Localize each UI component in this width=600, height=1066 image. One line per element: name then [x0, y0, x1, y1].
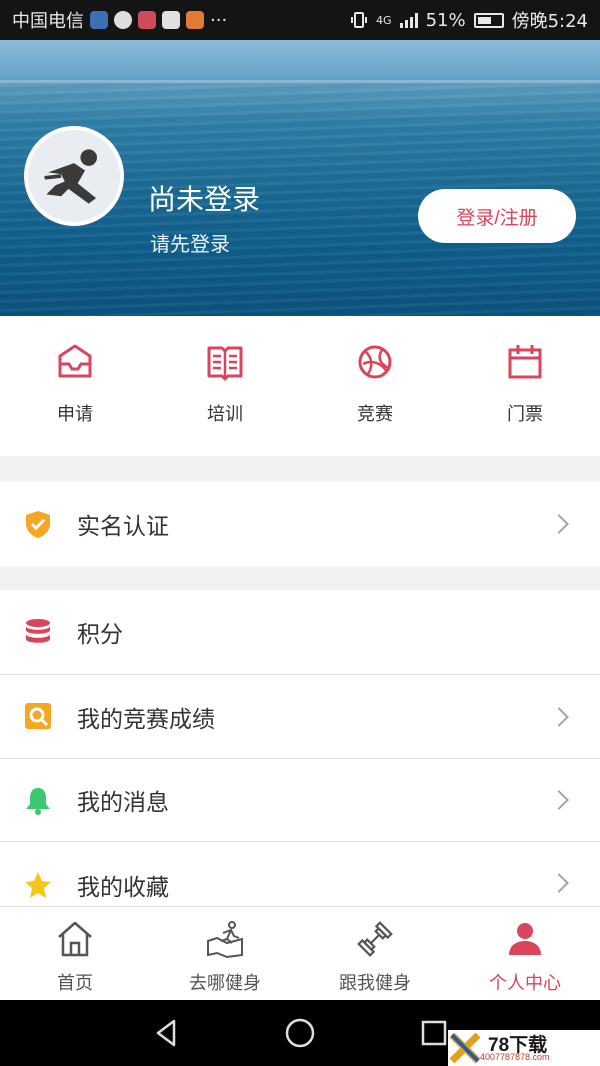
recents-icon[interactable]	[420, 1019, 448, 1047]
person-icon	[509, 923, 541, 955]
star-icon	[25, 872, 51, 898]
dumbbell-icon	[357, 921, 393, 957]
tab-workout-with-me[interactable]: 跟我健身	[300, 919, 450, 995]
avatar[interactable]	[24, 126, 124, 226]
app-notification-icon	[138, 11, 156, 29]
basketball-icon	[358, 345, 392, 379]
shield-notification-icon	[90, 11, 108, 29]
quick-entry-apply[interactable]: 申请	[15, 342, 135, 426]
menu-item-points[interactable]: 积分	[0, 590, 600, 674]
alert-notification-icon	[114, 11, 132, 29]
network-type: 4G	[376, 13, 392, 27]
watermark-logo-icon	[450, 1033, 480, 1063]
runner-icon	[44, 149, 97, 204]
runner-map-icon	[207, 921, 243, 959]
vibrate-icon	[351, 12, 368, 28]
book-icon	[207, 346, 243, 381]
tab-find-gym[interactable]: 去哪健身	[150, 919, 300, 995]
watermark: 78下载 4007787878.com	[448, 1030, 600, 1066]
profile-header: 尚未登录 请先登录 登录/注册	[0, 40, 600, 316]
login-status-title: 尚未登录	[148, 183, 261, 216]
battery-percent: 51%	[425, 9, 466, 31]
menu-item-competition-scores[interactable]: 我的竞赛成绩	[0, 675, 600, 758]
watermark-site: 4007787878.com	[480, 1052, 550, 1062]
menu-item-label: 积分	[77, 622, 123, 648]
tab-label: 个人中心	[489, 973, 561, 994]
chevron-right-icon	[549, 790, 569, 810]
quick-entry-label: 竞赛	[357, 404, 393, 425]
menu-item-favorites[interactable]: 我的收藏	[0, 842, 600, 906]
database-icon	[26, 619, 50, 643]
more-notifications: ···	[210, 9, 228, 31]
tab-label: 跟我健身	[339, 973, 411, 994]
menu-item-label: 我的收藏	[77, 875, 169, 901]
map-notification-icon	[162, 11, 180, 29]
menu-item-label: 我的竞赛成绩	[77, 706, 215, 733]
quick-entry-label: 培训	[207, 404, 243, 425]
sea-horizon	[0, 80, 600, 83]
chevron-right-icon	[549, 706, 569, 727]
quick-entry-bar: 申请 培训 竞赛 门票	[0, 316, 600, 456]
shield-check-icon	[26, 511, 50, 538]
quick-entry-training[interactable]: 培训	[165, 342, 285, 426]
bottom-tab-bar: 首页 去哪健身 跟我健身 个人中心	[0, 906, 600, 1000]
chevron-right-icon	[549, 873, 569, 893]
tab-home[interactable]: 首页	[0, 919, 150, 995]
login-status-subtitle: 请先登录	[150, 232, 230, 256]
home-icon	[58, 921, 92, 957]
play-notification-icon	[186, 11, 204, 29]
clock: 傍晚5:24	[511, 11, 588, 32]
quick-entry-label: 申请	[57, 404, 93, 425]
quick-entry-label: 门票	[507, 404, 543, 425]
tab-personal-center[interactable]: 个人中心	[450, 919, 600, 995]
chevron-right-icon	[549, 514, 569, 534]
signal-icon	[399, 12, 418, 28]
quick-entry-competition[interactable]: 竞赛	[315, 342, 435, 426]
menu-item-verification[interactable]: 实名认证	[0, 482, 600, 566]
search-document-icon	[25, 703, 51, 729]
menu-item-label: 实名认证	[77, 514, 169, 540]
calendar-icon	[508, 345, 542, 379]
battery-icon	[473, 12, 504, 28]
tab-label: 首页	[57, 973, 93, 994]
back-icon[interactable]	[152, 1018, 182, 1048]
tab-label: 去哪健身	[189, 973, 261, 994]
bell-icon	[26, 788, 50, 815]
menu-item-label: 我的消息	[77, 790, 169, 816]
status-bar: 中国电信 ··· 4G 51% 傍晚5:24	[0, 0, 600, 40]
menu-item-messages[interactable]: 我的消息	[0, 759, 600, 841]
carrier-label: 中国电信	[12, 11, 84, 32]
inbox-icon	[58, 344, 92, 378]
home-circle-icon[interactable]	[284, 1017, 316, 1049]
login-register-button[interactable]: 登录/注册	[418, 189, 576, 243]
quick-entry-tickets[interactable]: 门票	[465, 342, 585, 426]
